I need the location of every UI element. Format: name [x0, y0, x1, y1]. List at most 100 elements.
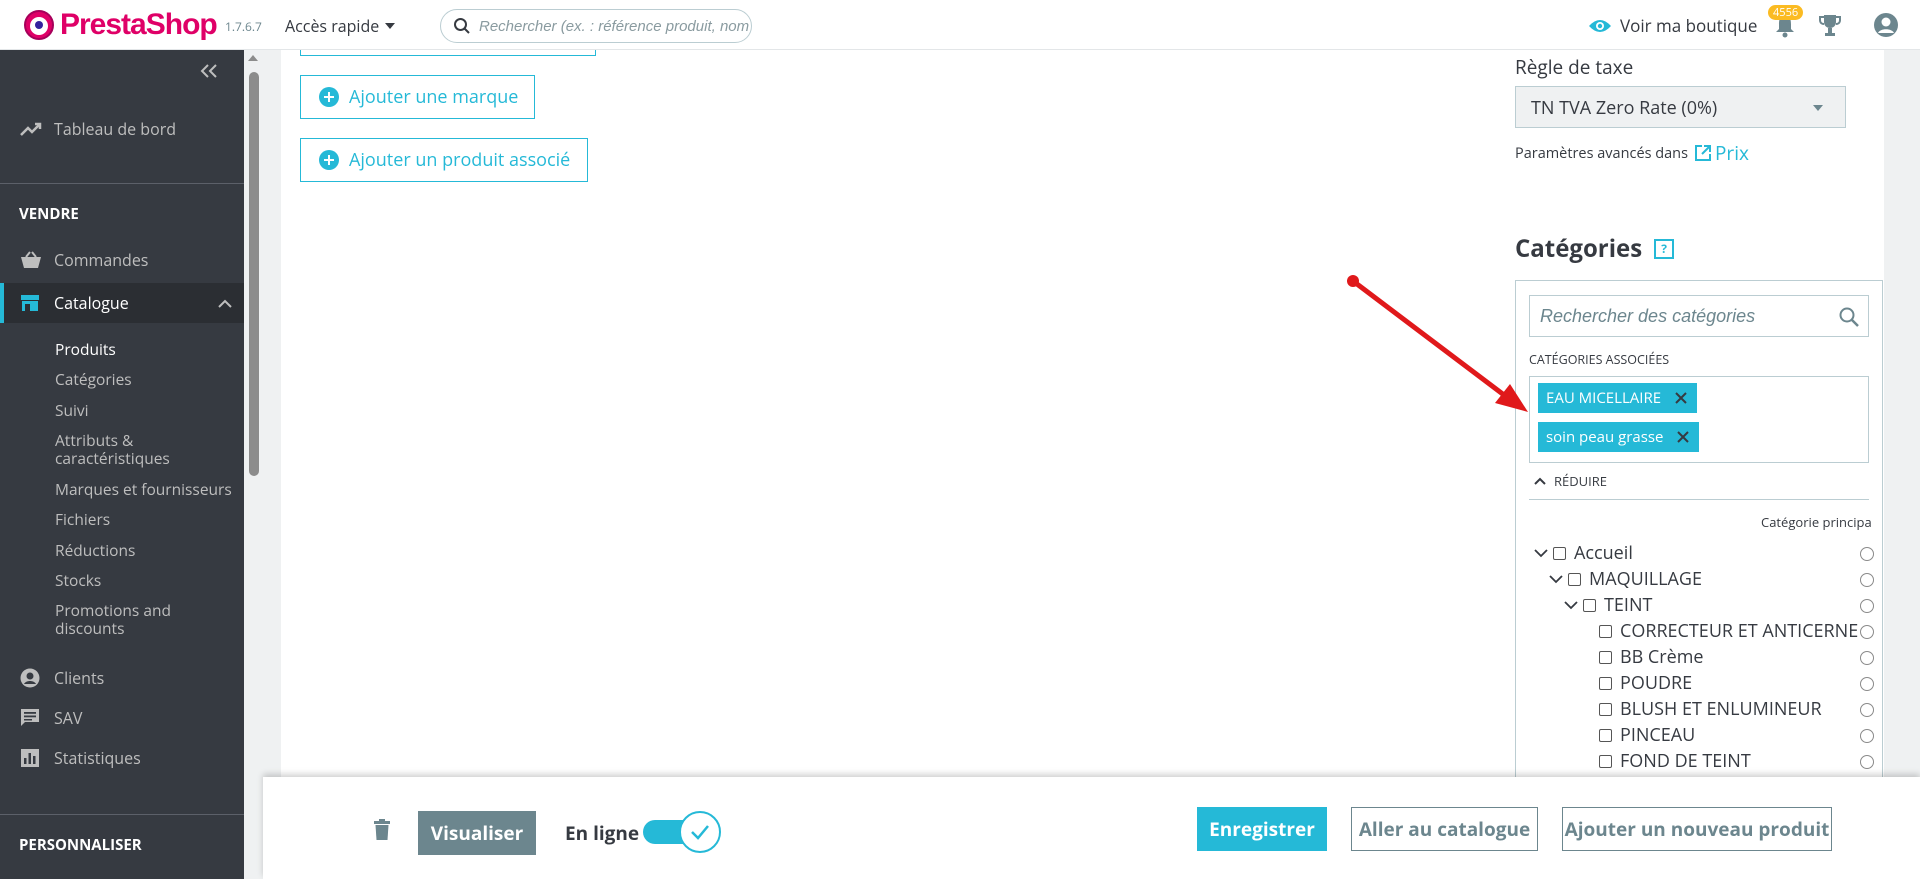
tree-item-bb-creme[interactable]: BB Crème: [1599, 645, 1704, 669]
tree-item-fond-de-teint[interactable]: FOND DE TEINT: [1599, 749, 1751, 773]
basket-icon: [21, 251, 41, 268]
tree-item-accueil[interactable]: Accueil: [1533, 541, 1633, 565]
sidebar-item-dashboard[interactable]: Tableau de bord: [0, 114, 244, 144]
category-search[interactable]: [1529, 295, 1869, 337]
go-to-catalog-button[interactable]: Aller au catalogue: [1351, 807, 1538, 851]
category-tag: EAU MICELLAIRE: [1538, 383, 1698, 413]
main-category-radio[interactable]: [1860, 755, 1874, 769]
eye-icon: [1589, 19, 1611, 32]
reduce-toggle[interactable]: Réduire: [1534, 472, 1607, 490]
main-category-radio[interactable]: [1860, 703, 1874, 717]
tree-item-poudre[interactable]: POUDRE: [1599, 671, 1692, 695]
sidebar-sub-promotions[interactable]: Promotions and discounts: [55, 601, 225, 637]
scroll-up-arrow-icon[interactable]: [248, 55, 258, 61]
category-checkbox[interactable]: [1599, 728, 1612, 742]
sidebar-sub-attributes[interactable]: Attributs & caractéristiques: [55, 431, 225, 467]
tree-item-maquillage[interactable]: MAQUILLAGE: [1548, 567, 1702, 591]
trash-icon[interactable]: [373, 819, 391, 841]
close-icon[interactable]: [1677, 431, 1690, 443]
trophy-icon[interactable]: [1817, 12, 1843, 38]
advanced-params-label: Paramètres avancés dans: [1515, 143, 1688, 163]
chat-icon: [21, 709, 39, 726]
sidebar-sub-files[interactable]: Fichiers: [55, 510, 110, 528]
category-checkbox[interactable]: [1599, 624, 1612, 638]
tree-item-correcteur[interactable]: CORRECTEUR ET ANTICERNE: [1599, 619, 1858, 643]
sidebar-sub-brands[interactable]: Marques et fournisseurs: [55, 480, 232, 498]
preview-button[interactable]: Visualiser: [418, 811, 536, 855]
sidebar-item-clients[interactable]: Clients: [0, 663, 244, 693]
tree-item-teint[interactable]: TEINT: [1563, 593, 1652, 617]
sidebar-scroll-thumb[interactable]: [249, 72, 259, 476]
collapse-sidebar-icon[interactable]: [200, 64, 218, 78]
main-category-radio[interactable]: [1860, 547, 1874, 561]
view-shop-link[interactable]: Voir ma boutique: [1588, 14, 1757, 37]
category-search-input[interactable]: [1540, 305, 1830, 327]
sidebar-sub-tracking[interactable]: Suivi: [55, 401, 89, 419]
sidebar-label-sav: SAV: [54, 707, 83, 729]
add-related-label: Ajouter un produit associé: [349, 148, 571, 172]
category-checkbox[interactable]: [1553, 546, 1566, 560]
view-shop-label: Voir ma boutique: [1620, 14, 1758, 37]
header-search[interactable]: [440, 9, 752, 43]
previous-button-edge[interactable]: [300, 50, 596, 56]
prestashop-puffin-icon: [24, 10, 54, 40]
save-button[interactable]: Enregistrer: [1197, 807, 1327, 851]
main-category-radio[interactable]: [1860, 729, 1874, 743]
chevron-down-icon[interactable]: [1563, 600, 1579, 610]
tree-item-label: Accueil: [1574, 541, 1633, 565]
category-checkbox[interactable]: [1568, 572, 1581, 586]
sidebar-item-stats[interactable]: Statistiques: [0, 743, 244, 773]
main-category-radio[interactable]: [1860, 599, 1874, 613]
category-checkbox[interactable]: [1599, 702, 1612, 716]
sidebar-sub-products[interactable]: Produits: [55, 340, 116, 358]
add-related-product-button[interactable]: Ajouter un produit associé: [300, 138, 588, 182]
active-indicator: [0, 283, 4, 323]
online-toggle[interactable]: [643, 811, 721, 853]
main-category-radio[interactable]: [1860, 573, 1874, 587]
sidebar-nav: Tableau de bord VENDRE Commandes Catalog…: [0, 50, 244, 879]
sidebar-sub-stocks[interactable]: Stocks: [55, 571, 101, 589]
account-circle-icon: [20, 668, 40, 688]
add-new-product-button[interactable]: Ajouter un nouveau produit: [1562, 807, 1832, 851]
sidebar-sub-discounts[interactable]: Réductions: [55, 541, 135, 559]
caret-down-icon: [1813, 105, 1823, 111]
tree-item-label: POUDRE: [1620, 671, 1693, 695]
add-brand-button[interactable]: Ajouter une marque: [300, 75, 535, 119]
search-icon[interactable]: [1838, 306, 1860, 328]
main-category-radio[interactable]: [1860, 651, 1874, 665]
category-checkbox[interactable]: [1599, 650, 1612, 664]
notification-badge: 4556: [1768, 5, 1804, 20]
sidebar-item-catalog[interactable]: Catalogue: [0, 283, 244, 323]
tree-item-pinceau[interactable]: PINCEAU: [1599, 723, 1695, 747]
annotation-arrow: [1347, 275, 1528, 412]
header-search-input[interactable]: [479, 17, 749, 35]
associated-tags-box: EAU MICELLAIRE soin peau grasse: [1529, 376, 1869, 463]
sidebar-item-orders[interactable]: Commandes: [0, 245, 244, 275]
quick-access-dropdown[interactable]: Accès rapide: [285, 15, 396, 37]
category-checkbox[interactable]: [1583, 598, 1596, 612]
main-category-radio[interactable]: [1860, 625, 1874, 639]
plus-circle-icon: [319, 87, 339, 107]
trending-up-icon: [20, 122, 42, 136]
sidebar-item-sav[interactable]: SAV: [0, 703, 244, 733]
prestashop-logo[interactable]: PrestaShop: [24, 8, 218, 41]
sidebar-label-orders: Commandes: [54, 249, 149, 271]
price-link[interactable]: Prix: [1694, 140, 1749, 166]
close-icon[interactable]: [1675, 392, 1687, 404]
reduce-label: Réduire: [1554, 472, 1608, 490]
sidebar-sub-categories[interactable]: Catégories: [55, 370, 132, 388]
chevron-down-icon[interactable]: [1548, 574, 1564, 584]
chevron-down-icon[interactable]: [1533, 548, 1549, 558]
category-checkbox[interactable]: [1599, 676, 1612, 690]
add-brand-label: Ajouter une marque: [349, 85, 519, 109]
tax-rule-title: Règle de taxe: [1515, 54, 1634, 80]
tax-rule-select[interactable]: TN TVA Zero Rate (0%): [1515, 86, 1846, 128]
category-tag: soin peau grasse: [1538, 422, 1700, 452]
plus-circle-icon: [319, 150, 339, 170]
tree-item-blush[interactable]: BLUSH ET ENLUMINEUR: [1599, 697, 1822, 721]
category-tag-label: EAU MICELLAIRE: [1546, 388, 1662, 408]
user-icon[interactable]: [1873, 12, 1899, 38]
main-category-radio[interactable]: [1860, 677, 1874, 691]
category-checkbox[interactable]: [1599, 754, 1612, 768]
help-icon[interactable]: ?: [1654, 238, 1675, 259]
